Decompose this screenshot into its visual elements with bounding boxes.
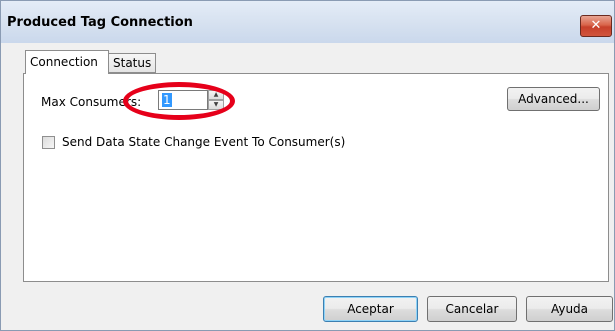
max-consumers-label: Max Consumers: bbox=[41, 95, 142, 109]
send-data-state-label: Send Data State Change Event To Consumer… bbox=[62, 135, 346, 149]
window-title: Produced Tag Connection bbox=[7, 15, 193, 30]
max-consumers-input[interactable]: 1 bbox=[158, 90, 208, 110]
spin-up-button[interactable]: ▲ bbox=[208, 90, 224, 100]
spin-down-button[interactable]: ▼ bbox=[208, 100, 224, 110]
ok-button[interactable]: Aceptar bbox=[323, 296, 418, 322]
advanced-button[interactable]: Advanced... bbox=[507, 87, 600, 111]
help-button[interactable]: Ayuda bbox=[526, 296, 613, 322]
tab-connection[interactable]: Connection bbox=[25, 50, 109, 74]
send-data-state-checkbox[interactable] bbox=[42, 136, 55, 149]
max-consumers-spinner: ▲ ▼ bbox=[208, 90, 224, 110]
close-icon: ✕ bbox=[590, 18, 602, 33]
chevron-down-icon: ▼ bbox=[213, 101, 219, 108]
max-consumers-value: 1 bbox=[162, 93, 172, 107]
cancel-button[interactable]: Cancelar bbox=[427, 296, 517, 322]
close-button[interactable]: ✕ bbox=[580, 15, 612, 37]
chevron-up-icon: ▲ bbox=[213, 91, 219, 98]
title-bar[interactable]: Produced Tag Connection ✕ bbox=[1, 1, 614, 43]
produced-tag-connection-dialog: Produced Tag Connection ✕ Connection Sta… bbox=[0, 0, 615, 331]
tab-status[interactable]: Status bbox=[108, 53, 156, 73]
